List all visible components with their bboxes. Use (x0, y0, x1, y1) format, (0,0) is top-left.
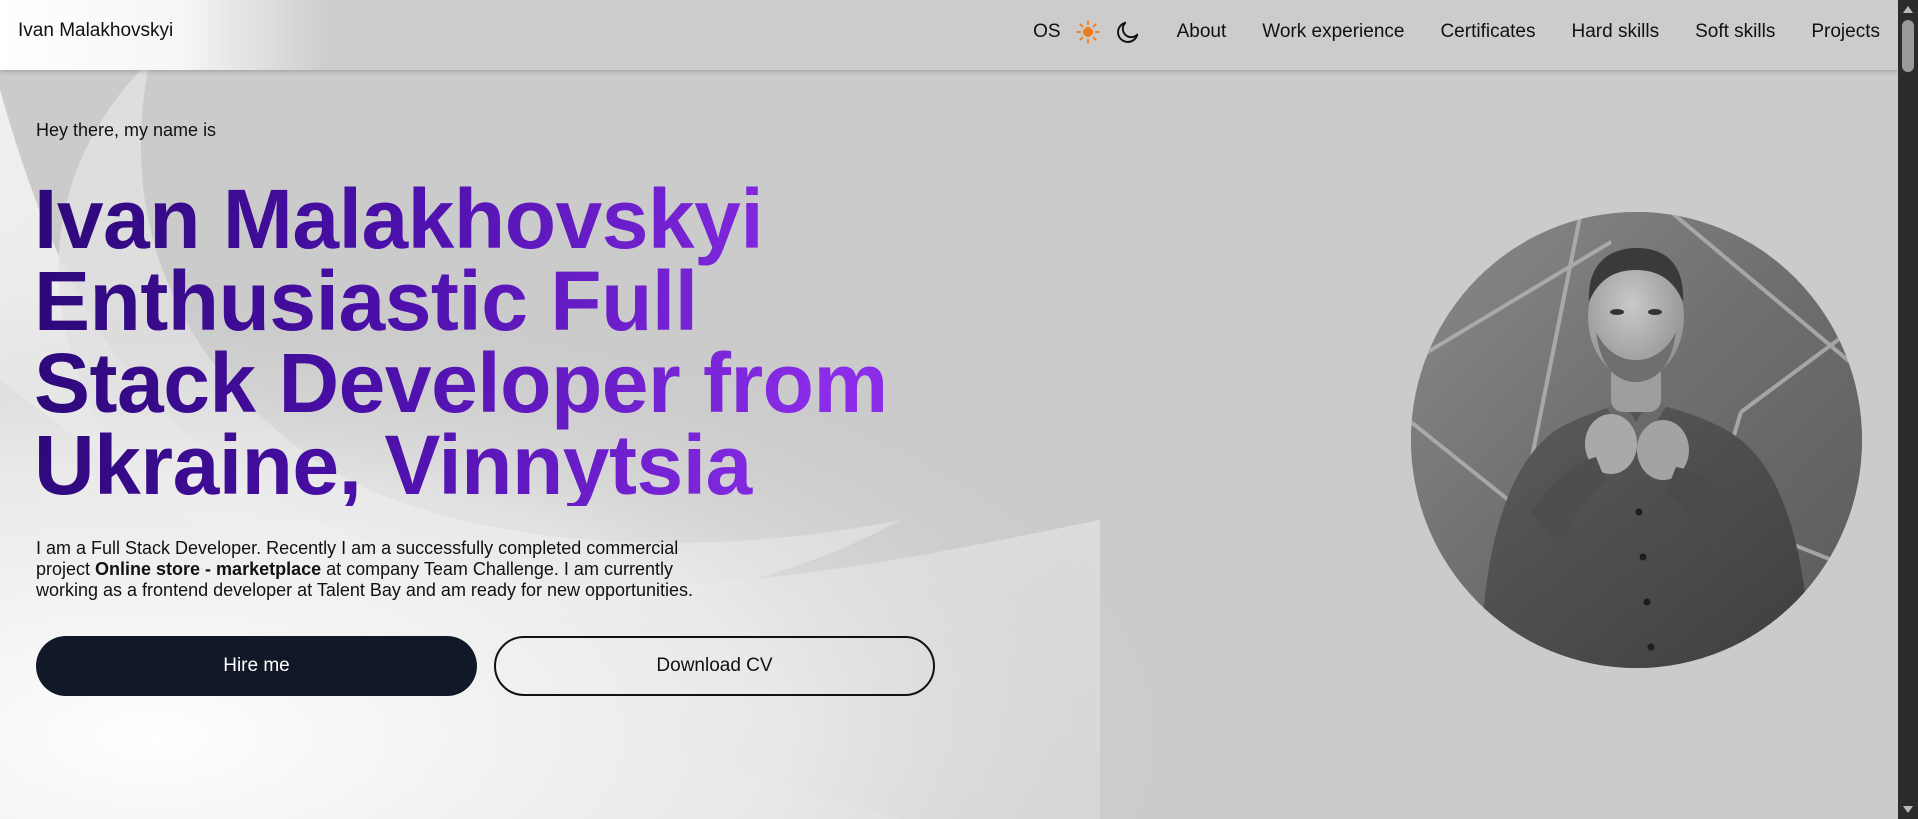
page-scrollbar[interactable] (1898, 0, 1918, 819)
scroll-thumb[interactable] (1902, 20, 1914, 72)
hero-headline: Ivan Malakhovskyi Enthusiastic Full Stac… (34, 178, 894, 506)
sun-icon[interactable] (1075, 19, 1101, 45)
brand-name[interactable]: Ivan Malakhovskyi (18, 20, 173, 42)
moon-icon[interactable] (1115, 19, 1141, 45)
download-cv-button[interactable]: Download CV (494, 636, 935, 696)
nav-soft-skills[interactable]: Soft skills (1695, 21, 1775, 43)
headline-line: Ivan Malakhovskyi (34, 172, 764, 266)
hero-intro: I am a Full Stack Developer. Recently I … (36, 538, 736, 601)
portfolio-page: Ivan Malakhovskyi OS About Work experien… (0, 0, 1918, 819)
profile-photo-illustration (1411, 212, 1862, 668)
hero-greeting: Hey there, my name is (36, 120, 217, 140)
nav-hard-skills[interactable]: Hard skills (1571, 21, 1659, 43)
nav-about[interactable]: About (1177, 21, 1227, 43)
nav-projects[interactable]: Projects (1811, 21, 1880, 43)
headline-line: Ukraine, Vinnytsia (34, 418, 752, 512)
headline-line: Stack Developer from (34, 336, 888, 430)
headline-line: Enthusiastic Full (34, 254, 698, 348)
profile-photo (1411, 212, 1862, 668)
nav-work-experience[interactable]: Work experience (1262, 21, 1404, 43)
top-navbar: Ivan Malakhovskyi OS About Work experien… (0, 0, 1898, 70)
theme-os-button[interactable]: OS (1033, 21, 1060, 43)
scroll-up-icon[interactable] (1903, 6, 1913, 13)
hire-me-button[interactable]: Hire me (36, 636, 477, 696)
theme-switcher: OS (1033, 19, 1140, 45)
scroll-down-icon[interactable] (1903, 806, 1913, 813)
intro-project-name: Online store - marketplace (95, 559, 322, 579)
main-nav: OS About Work experience Certificates Ha… (1033, 0, 1880, 63)
nav-certificates[interactable]: Certificates (1440, 21, 1535, 43)
